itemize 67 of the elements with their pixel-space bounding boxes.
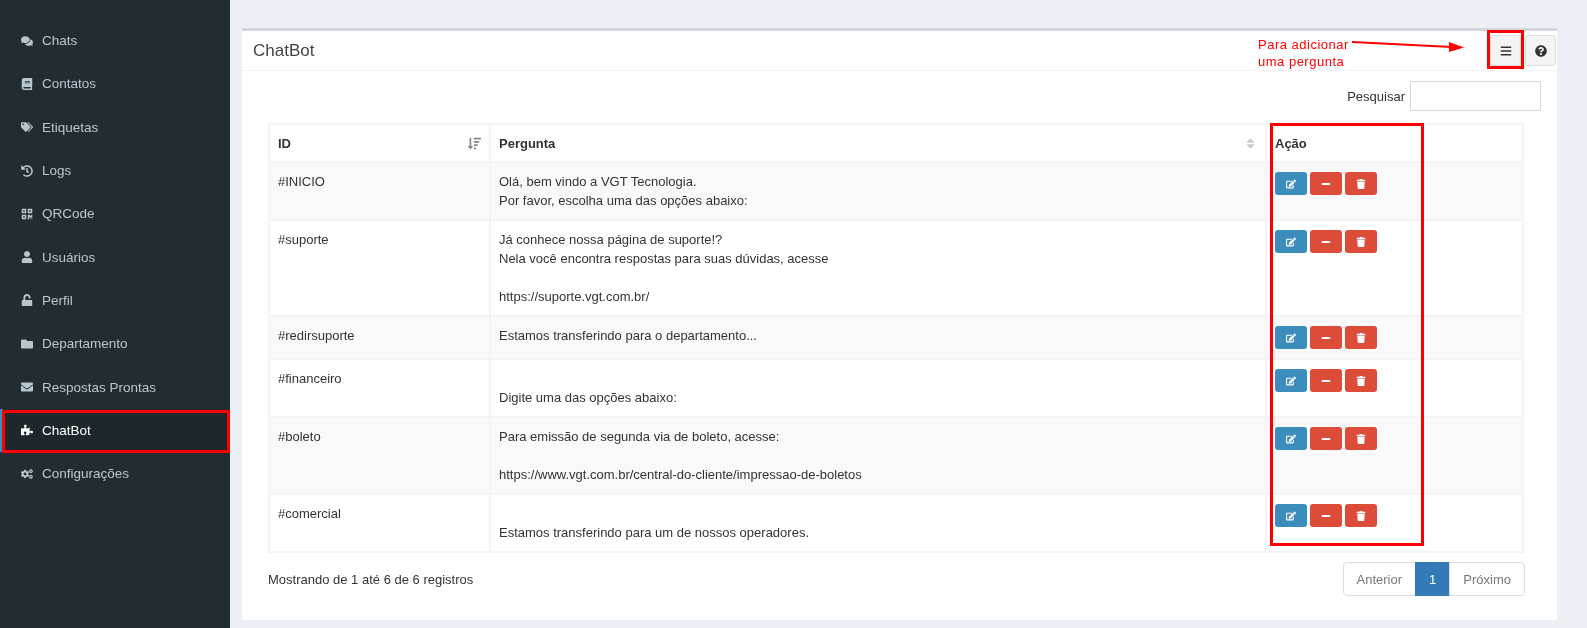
edit-button[interactable] [1275,326,1307,349]
delete-button[interactable] [1345,326,1377,349]
sidebar-item[interactable]: Departamento [0,322,230,366]
edit-icon [1286,236,1296,247]
remove-button[interactable] [1310,230,1342,253]
sidebar-item[interactable]: ChatBot [0,408,230,452]
history-icon [21,164,33,177]
box-title: ChatBot [253,40,315,61]
column-header[interactable]: Pergunta [490,124,1266,162]
table-cell: #comercial [269,494,490,552]
remove-button[interactable] [1310,369,1342,392]
envelope-icon [21,381,33,393]
folder-icon [21,337,33,350]
gears-icon [21,467,33,480]
search-field[interactable] [1410,81,1541,111]
remove-button[interactable] [1310,172,1342,195]
page-link[interactable]: 1 [1415,562,1451,596]
help-button[interactable] [1525,35,1556,66]
delete-button[interactable] [1345,230,1377,253]
sidebar-item[interactable]: QRCode [0,192,230,236]
delete-button[interactable] [1345,369,1377,392]
trash-icon [1356,433,1366,444]
sidebar-item[interactable]: Contatos [0,62,230,106]
sidebar-item[interactable]: Logs [0,148,230,193]
puzzle-piece-icon [21,424,33,437]
edit-icon [1286,433,1296,444]
remove-button[interactable] [1310,326,1342,349]
qr-code-icon [21,207,33,220]
edit-icon [1286,510,1296,521]
search-label: Pesquisar [1347,88,1405,104]
trash-icon [1356,236,1366,247]
annotation-note: Para adicionar uma pergunta [1258,36,1349,70]
sidebar-item[interactable]: Respostas Prontas [0,365,230,409]
unlock-icon [21,294,33,307]
edit-button[interactable] [1275,172,1307,195]
sidebar-item[interactable]: Chats [0,19,230,63]
column-header[interactable]: ID [269,124,490,162]
edit-button[interactable] [1275,369,1307,392]
edit-icon [1286,375,1296,386]
sidebar-item[interactable]: Usuários [0,235,230,279]
sidebar-item[interactable]: Configurações [0,451,230,496]
chat-bubbles-icon [21,34,33,47]
remove-button[interactable] [1310,504,1342,527]
remove-button[interactable] [1310,427,1342,450]
page-link[interactable]: Anterior [1342,562,1417,596]
edit-icon [1286,178,1296,189]
tags-icon [21,121,33,134]
trash-icon [1356,178,1366,189]
delete-button[interactable] [1345,172,1377,195]
edit-button[interactable] [1275,427,1307,450]
sidebar-item[interactable]: Perfil [0,278,230,323]
trash-icon [1356,332,1366,343]
user-icon [21,251,33,264]
table-cell: Estamos transferindo para um de nossos operadores. [490,494,1266,552]
help-icon [1534,44,1547,57]
trash-icon [1356,375,1366,386]
sidebar-item[interactable]: Etiquetas [0,105,230,149]
book-icon [21,77,33,90]
edit-icon [1286,332,1296,343]
edit-button[interactable] [1275,230,1307,253]
delete-button[interactable] [1345,504,1377,527]
edit-button[interactable] [1275,504,1307,527]
trash-icon [1356,510,1366,521]
page-link[interactable]: Próximo [1449,562,1525,596]
table-info: Mostrando de 1 até 6 de 6 registros [268,571,474,587]
delete-button[interactable] [1345,427,1377,450]
menu-icon [1499,44,1512,57]
